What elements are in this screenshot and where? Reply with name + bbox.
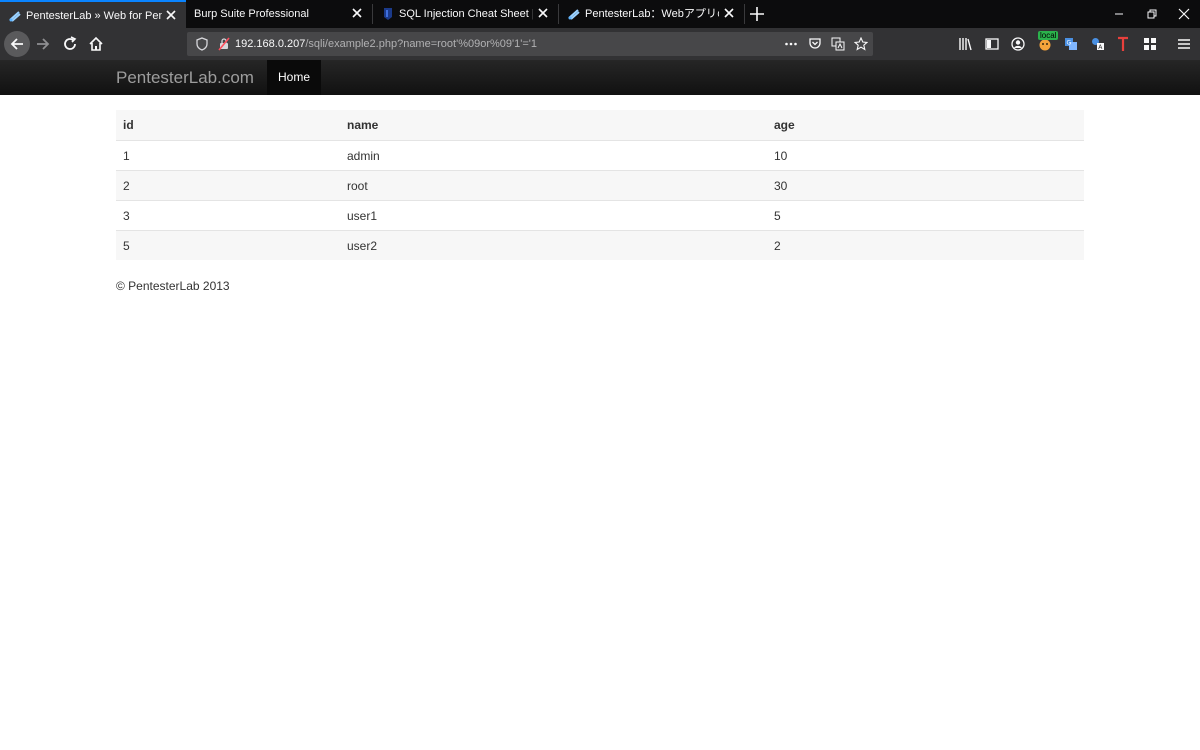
url-text[interactable]: 192.168.0.207/sqli/example2.php?name=roo… (235, 32, 537, 56)
table-row: 5 user2 2 (116, 230, 1084, 260)
tab-title: PentesterLab » Web for Pentest (26, 10, 162, 22)
column-header-id: id (123, 118, 134, 132)
reload-button[interactable] (58, 32, 82, 56)
translate-extension-2-icon[interactable]: A (1091, 37, 1105, 51)
tab-strip: PentesterLab » Web for Pentest Burp Suit… (0, 0, 1200, 28)
column-header-age: age (774, 118, 795, 132)
cell-id: 5 (123, 239, 130, 253)
table-row: 2 root 30 (116, 170, 1084, 200)
column-header-name: name (347, 118, 379, 132)
minimize-window-icon[interactable] (1112, 7, 1126, 21)
tab-pentesterlab-webapp[interactable]: PentesterLab：Webアプリのペネ (559, 0, 744, 28)
cell-name: user1 (347, 209, 378, 223)
cell-age: 10 (774, 149, 788, 163)
library-icon[interactable] (958, 37, 973, 51)
translate-icon[interactable] (831, 37, 845, 51)
close-window-icon[interactable] (1177, 7, 1191, 21)
pentesterlab-favicon-icon (9, 11, 21, 22)
reload-icon (64, 36, 77, 50)
pentesterlab-favicon-icon (568, 9, 580, 20)
address-bar[interactable]: 192.168.0.207/sqli/example2.php?name=roo… (187, 32, 873, 56)
cell-name: user2 (347, 239, 378, 253)
cell-name: root (347, 179, 368, 193)
tab-burp-suite[interactable]: Burp Suite Professional (186, 0, 372, 28)
svg-text:G: G (1067, 40, 1072, 47)
back-arrow-icon (10, 38, 23, 50)
new-tab-plus-icon[interactable] (748, 5, 766, 23)
home-button[interactable] (84, 32, 108, 56)
table-row: 3 user1 5 (116, 200, 1084, 230)
site-brand-link[interactable]: PentesterLab.com (116, 60, 254, 95)
table-row: 1 admin 10 (116, 140, 1084, 170)
tab-title: PentesterLab：Webアプリのペネ (585, 8, 719, 20)
cell-age: 5 (774, 209, 781, 223)
table-header-row: id name age (116, 110, 1084, 140)
back-button[interactable] (4, 31, 30, 57)
tab-pentesterlab-web-for-pentest[interactable]: PentesterLab » Web for Pentest (0, 0, 186, 28)
forward-button[interactable] (31, 32, 55, 56)
tab-divider (744, 4, 745, 24)
account-icon[interactable] (1011, 37, 1025, 51)
close-tab-icon[interactable] (164, 8, 178, 22)
restore-window-icon[interactable] (1145, 7, 1159, 21)
sidebar-toggle-icon[interactable] (985, 37, 999, 51)
page-footer: © PentesterLab 2013 (116, 279, 230, 293)
tab-title: Burp Suite Professional (194, 8, 309, 20)
tab-title: SQL Injection Cheat Sheet | Ne (399, 8, 533, 20)
nav-home-link[interactable]: Home (267, 60, 321, 95)
cell-name: admin (347, 149, 380, 163)
tracking-protection-shield-icon[interactable] (195, 37, 209, 51)
navigation-toolbar: 192.168.0.207/sqli/example2.php?name=roo… (0, 28, 1200, 60)
cell-id: 1 (123, 149, 130, 163)
users-table: id name age 1 admin 10 2 root 30 3 user1… (116, 110, 1084, 260)
red-t-extension-icon[interactable] (1117, 36, 1129, 52)
hamburger-menu-icon[interactable] (1177, 37, 1191, 51)
cell-age: 2 (774, 239, 781, 253)
forward-arrow-icon (37, 38, 50, 50)
cell-id: 3 (123, 209, 130, 223)
insecure-connection-icon[interactable] (217, 37, 231, 51)
cell-id: 2 (123, 179, 130, 193)
translate-extension-icon[interactable]: G (1064, 37, 1078, 51)
home-icon (89, 36, 103, 51)
extensions-grid-icon[interactable] (1143, 37, 1157, 51)
bookmark-star-icon[interactable] (854, 37, 868, 51)
site-navbar: PentesterLab.com Home (0, 60, 1200, 95)
page-actions-menu-icon[interactable] (784, 37, 798, 51)
close-tab-icon[interactable] (536, 6, 550, 20)
pocket-icon[interactable] (808, 37, 822, 51)
url-host: 192.168.0.207 (235, 38, 306, 50)
tab-sql-injection-cheat-sheet[interactable]: SQL Injection Cheat Sheet | Ne (373, 0, 558, 28)
shield-favicon-icon (384, 8, 392, 20)
url-path: /sqli/example2.php?name=root'%09or%09'1'… (305, 38, 537, 50)
close-tab-icon[interactable] (722, 6, 736, 20)
close-tab-icon[interactable] (350, 6, 364, 20)
extension-local-badge: local (1038, 31, 1059, 40)
cell-age: 30 (774, 179, 788, 193)
